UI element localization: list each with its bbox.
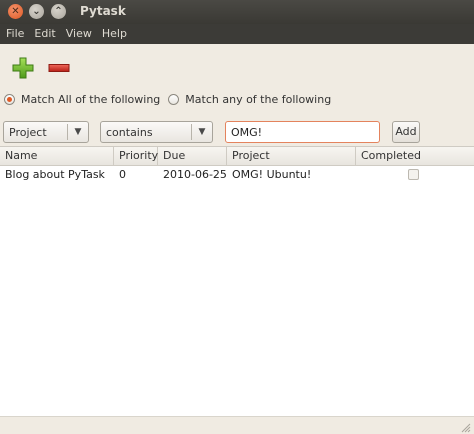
menu-file[interactable]: File <box>0 24 29 44</box>
filter-row: Project ▼ contains ▼ Add <box>0 121 474 145</box>
resize-grip-icon[interactable] <box>461 423 471 433</box>
close-icon: ✕ <box>11 5 20 17</box>
cell-name: Blog about PyTask <box>5 168 105 181</box>
cell-project: OMG! Ubuntu! <box>232 168 312 181</box>
field-select-value: Project <box>9 125 47 139</box>
minimize-window-button[interactable]: ⌄ <box>29 4 44 19</box>
remove-minus-icon <box>48 64 70 72</box>
cell-due: 2010-06-25 <box>163 168 227 181</box>
title-bar: ✕ ⌄ ⌃ Pytask <box>0 0 474 25</box>
column-header-completed[interactable]: Completed <box>356 147 474 165</box>
column-header-due[interactable]: Due <box>158 147 227 165</box>
column-header-project[interactable]: Project <box>227 147 356 165</box>
dropdown-arrow-icon: ▼ <box>74 127 82 137</box>
column-header-priority[interactable]: Priority <box>114 147 158 165</box>
dropdown-arrow-icon: ▼ <box>198 127 206 137</box>
minimize-icon: ⌄ <box>32 5 41 17</box>
app-window: ✕ ⌄ ⌃ Pytask File Edit View Help Match A… <box>0 0 474 434</box>
menu-edit[interactable]: Edit <box>29 24 60 44</box>
match-any-label: Match any of the following <box>185 92 332 106</box>
toolbar <box>0 44 474 86</box>
table-header: Name Priority Due Project Completed <box>0 147 474 166</box>
add-task-button[interactable] <box>11 56 35 80</box>
match-mode-group: Match All of the following Match any of … <box>0 88 474 110</box>
field-select[interactable]: Project ▼ <box>3 121 89 143</box>
status-bar <box>0 416 474 434</box>
menu-bar: File Edit View Help <box>0 24 474 44</box>
maximize-window-button[interactable]: ⌃ <box>51 4 66 19</box>
menu-view[interactable]: View <box>61 24 97 44</box>
match-any-radio[interactable]: Match any of the following <box>168 93 331 106</box>
add-plus-icon <box>12 57 34 79</box>
completed-checkbox[interactable] <box>408 169 419 180</box>
task-table: Name Priority Due Project Completed Blog… <box>0 146 474 417</box>
add-filter-button[interactable]: Add <box>392 121 420 143</box>
menu-help[interactable]: Help <box>97 24 132 44</box>
cell-priority: 0 <box>119 168 126 181</box>
radio-unselected-indicator <box>168 93 180 105</box>
close-window-button[interactable]: ✕ <box>8 4 23 19</box>
operator-select[interactable]: contains ▼ <box>100 121 213 143</box>
match-all-label: Match All of the following <box>21 92 161 106</box>
maximize-icon: ⌃ <box>54 5 63 17</box>
table-row[interactable]: Blog about PyTask 0 2010-06-25 OMG! Ubun… <box>0 166 474 184</box>
remove-task-button[interactable] <box>47 56 71 80</box>
operator-select-value: contains <box>106 125 153 139</box>
radio-selected-indicator <box>4 93 15 105</box>
filter-value-input[interactable] <box>225 121 380 143</box>
column-header-name[interactable]: Name <box>0 147 114 165</box>
window-title: Pytask <box>80 4 126 18</box>
match-all-radio[interactable]: Match All of the following <box>4 93 160 106</box>
